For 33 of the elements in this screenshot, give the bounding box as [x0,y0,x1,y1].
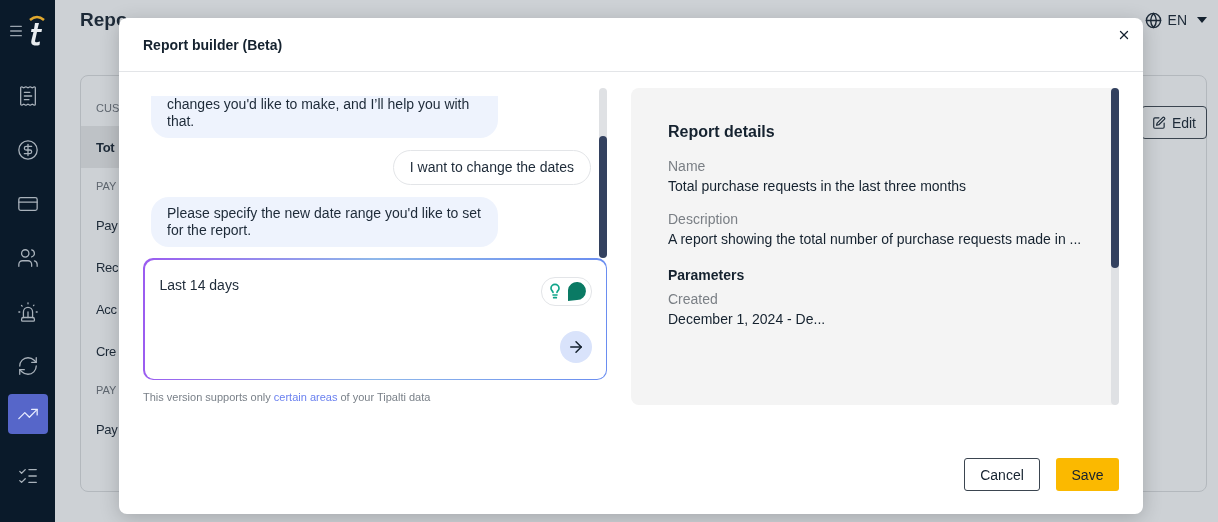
save-button[interactable]: Save [1056,458,1119,491]
certain-areas-link[interactable]: certain areas [273,391,338,403]
cancel-button[interactable]: Cancel [964,458,1040,491]
assistant-message: changes you'd like to make, and I’ll help you with that. [151,96,498,138]
section-label: PAY [96,179,117,194]
menu-icon[interactable] [7,23,24,39]
field-value: December 1, 2024 - De... [668,311,827,327]
dollar-icon [16,139,39,161]
dialog-title: Report builder (Beta) [143,36,283,53]
caret-icon[interactable] [1197,17,1207,23]
siren-icon [16,301,39,323]
language-selector[interactable]: EN [1167,12,1187,28]
send-button[interactable] [559,330,592,363]
footnote: This version supports only certain areas of your Tipalti data [143,391,432,403]
globe-icon[interactable] [1144,11,1162,29]
user-message: I want to change the dates [392,150,591,185]
edit-icon [1152,114,1166,131]
scrollbar[interactable] [1111,88,1119,405]
section-label: PAY [96,383,117,398]
details-title: Report details [668,123,776,141]
field-label: Description [668,211,740,227]
field-value: A report showing the total number of purchase requests made in ... [668,231,1083,247]
field-value: Total purchase requests in the last three months [668,178,968,194]
refresh-icon [16,355,39,377]
scrollbar[interactable] [599,88,607,258]
sidebar-item[interactable] [7,394,48,434]
parameters-title: Parameters [668,267,746,283]
field-label: Name [668,158,707,174]
section-label: CUS [96,101,120,116]
field-label: Created [668,291,719,307]
people-icon [16,247,39,269]
assistant-chip[interactable] [540,276,592,306]
assistant-message: Please specify the new date range you'd like to set for the report. [151,197,498,247]
